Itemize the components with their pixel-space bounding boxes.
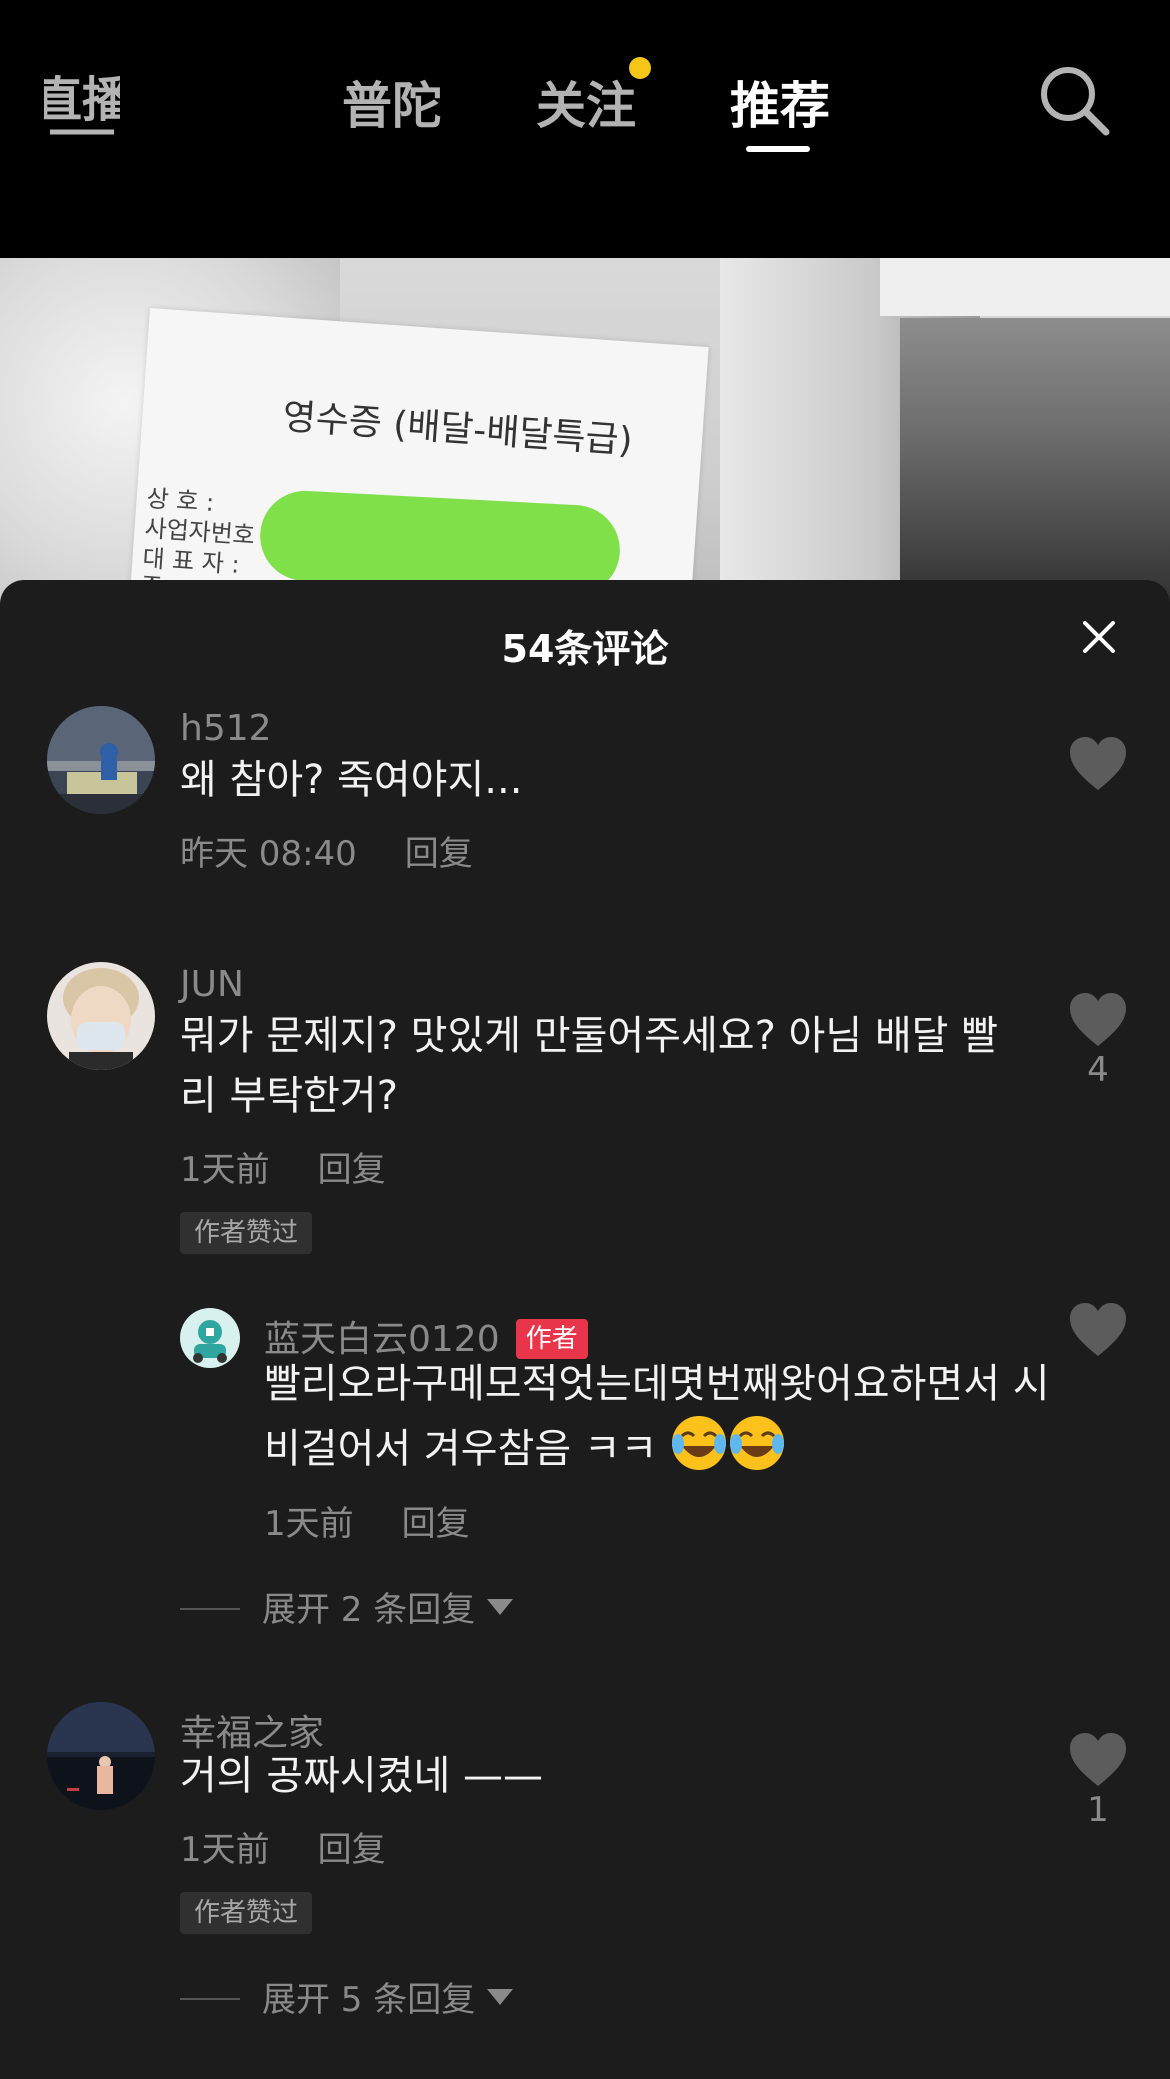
heart-icon[interactable]	[1068, 736, 1128, 792]
live-icon[interactable]: 直播	[44, 58, 120, 138]
reply-text-block: 빨리오라구메모적엇는데몃번째왓어요하면서 시비걸어서 겨우참음 ㅋㅋ	[264, 1354, 1054, 1479]
active-tab-indicator	[746, 146, 810, 152]
comment-time: 1天前	[180, 1150, 270, 1190]
tab-follow[interactable]: 关注	[536, 66, 636, 138]
author-liked-badge: 作者赞过	[180, 1892, 313, 1934]
expand-replies-button[interactable]: 展开 5 条回复	[180, 1972, 514, 2021]
search-icon[interactable]	[1036, 62, 1112, 138]
heart-icon[interactable]	[1068, 992, 1128, 1048]
tab-recommend[interactable]: 推荐	[730, 66, 830, 138]
reply-text: 빨리오라구메모적엇는데몃번째왓어요하면서 시비걸어서 겨우참음 ㅋㅋ	[264, 1361, 1050, 1472]
reply-button[interactable]: 回复	[318, 1150, 386, 1190]
video-wall	[900, 318, 1170, 608]
reply-button[interactable]: 回复	[402, 1504, 470, 1544]
close-icon[interactable]	[1082, 620, 1116, 654]
comments-panel: 54条评论 h512 왜 참아? 죽여야지... 昨天 08:40 回复 JUN…	[0, 580, 1170, 2079]
reply-button[interactable]: 回复	[318, 1830, 386, 1870]
laughing-crying-emoji-icon	[672, 1416, 727, 1470]
comment-meta: 昨天 08:40 回复	[180, 826, 473, 875]
live-label: 直播	[44, 72, 120, 128]
chevron-down-icon	[487, 1599, 514, 1615]
video-sign	[880, 258, 1170, 316]
comment-meta: 1天前 回复	[180, 1142, 386, 1191]
like-count: 4	[1087, 1050, 1109, 1090]
heart-icon[interactable]	[1068, 1302, 1128, 1358]
comment-text: 거의 공짜시켰네 ——	[180, 1753, 544, 1799]
tab-putuo[interactable]: 普陀	[342, 66, 442, 138]
divider-line	[180, 1608, 240, 1610]
avatar[interactable]	[47, 1702, 155, 1810]
expand-replies-button[interactable]: 展开 2 条回复	[180, 1582, 514, 1631]
comment-time: 昨天 08:40	[180, 834, 357, 874]
comment-time: 1天前	[180, 1830, 270, 1870]
divider-line	[180, 1998, 240, 2000]
like-count: 1	[1087, 1790, 1109, 1830]
avatar[interactable]	[47, 962, 155, 1070]
chevron-down-icon	[487, 1989, 514, 2005]
reply-meta: 1天前 回复	[264, 1496, 470, 1545]
reply-time: 1天前	[264, 1504, 354, 1544]
comment-username[interactable]: JUN	[180, 964, 244, 1005]
heart-icon[interactable]	[1068, 1732, 1128, 1788]
comment-meta: 1天前 回复	[180, 1822, 386, 1871]
expand-replies-label: 展开 5 条回复	[262, 1980, 476, 2020]
comments-count-title: 54条评论	[501, 627, 669, 671]
avatar[interactable]	[180, 1308, 240, 1368]
avatar[interactable]	[47, 706, 155, 814]
author-tag: 作者	[515, 1319, 588, 1359]
comment-username[interactable]: h512	[180, 708, 272, 749]
author-liked-badge: 作者赞过	[180, 1212, 313, 1254]
receipt-title: 영수증 (배달-배달특급)	[281, 396, 634, 462]
reply-button[interactable]: 回复	[405, 834, 473, 874]
comment-text: 뭐가 문제지? 맛있게 만둘어주세요? 아님 배달 빨리 부탁한거?	[180, 1013, 998, 1119]
notification-dot	[629, 57, 651, 79]
expand-replies-label: 展开 2 条回复	[262, 1590, 476, 1630]
laughing-crying-emoji-icon	[730, 1416, 785, 1470]
top-nav: 直播 普陀 关注 推荐	[0, 0, 1170, 258]
video-preview[interactable]: 영수증 (배달-배달특급) 상 호 : 사업자번호 : 37020 대 표 자 …	[0, 258, 1170, 608]
comment-text: 왜 참아? 죽여야지...	[180, 757, 523, 803]
